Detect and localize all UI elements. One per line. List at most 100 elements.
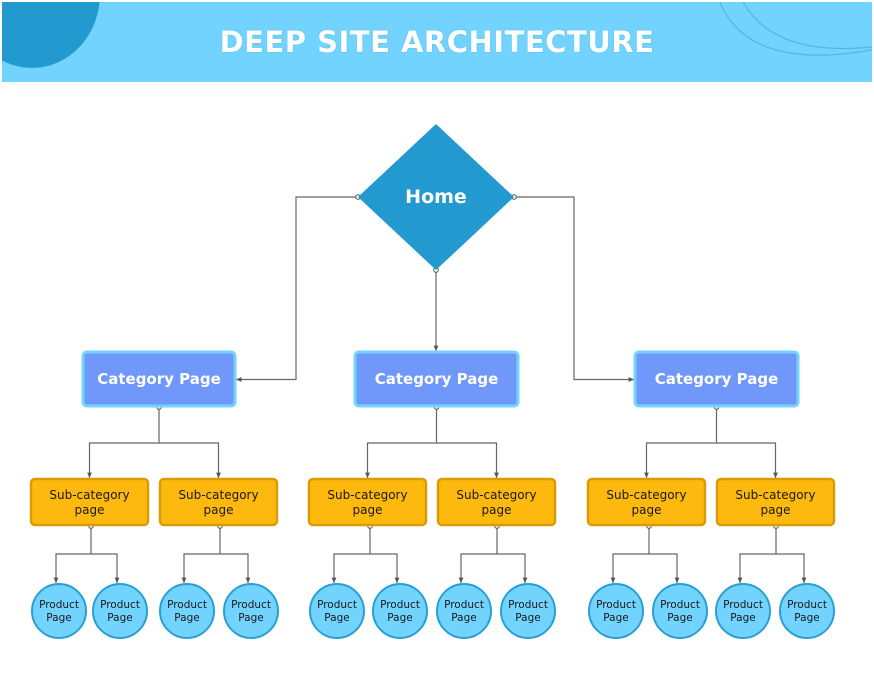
product-label-line1: Product — [660, 599, 700, 611]
product-label-line1: Product — [100, 599, 140, 611]
product-label-line1: Product — [596, 599, 636, 611]
product-node[interactable]: ProductPage — [372, 583, 428, 639]
connector-category-to-subcategory — [436, 442, 499, 478]
product-circle — [588, 583, 644, 639]
product-label-line1: Product — [167, 599, 207, 611]
subcategory-box — [29, 477, 150, 527]
product-circle — [223, 583, 279, 639]
category-label: Category Page — [375, 370, 499, 388]
subcategory-box — [307, 477, 428, 527]
subcategory-label-line1: Sub-category — [606, 488, 686, 502]
subcategory-label-line2: page — [482, 503, 512, 517]
product-label-line1: Product — [380, 599, 420, 611]
subcategory-node[interactable]: Sub-categorypage — [586, 477, 707, 527]
subcategory-label-line1: Sub-category — [327, 488, 407, 502]
product-node[interactable]: ProductPage — [31, 583, 87, 639]
subcategory-node[interactable]: Sub-categorypage — [29, 477, 150, 527]
product-circle — [31, 583, 87, 639]
category-label: Category Page — [655, 370, 779, 388]
product-label-line1: Product — [787, 599, 827, 611]
product-label-line2: Page — [46, 612, 71, 624]
subcategory-label-line2: page — [353, 503, 383, 517]
product-label-line1: Product — [444, 599, 484, 611]
subcategory-label-line2: page — [761, 503, 791, 517]
product-node[interactable]: ProductPage — [500, 583, 556, 639]
connector-home-to-category-1 — [236, 196, 358, 382]
subcategory-node[interactable]: Sub-categorypage — [436, 477, 557, 527]
connector-category-to-subcategory — [365, 442, 437, 478]
subcategory-label-line1: Sub-category — [735, 488, 815, 502]
product-label-line2: Page — [730, 612, 755, 624]
site-architecture-diagram: HomeCategory PageSub-categorypageProduct… — [29, 124, 836, 639]
subcategory-box — [715, 477, 836, 527]
connector-subcategory-to-product — [737, 553, 776, 583]
subcategory-box — [586, 477, 707, 527]
connector-category-to-subcategory — [87, 442, 159, 478]
connector-subcategory-to-product — [776, 553, 807, 583]
connector-subcategory-to-product — [649, 553, 680, 583]
connector-subcategory-to-product — [458, 553, 497, 583]
home-node[interactable]: Home — [358, 124, 514, 270]
product-circle — [309, 583, 365, 639]
product-node[interactable]: ProductPage — [159, 583, 215, 639]
product-label-line2: Page — [451, 612, 476, 624]
product-label-line1: Product — [317, 599, 357, 611]
product-node[interactable]: ProductPage — [223, 583, 279, 639]
product-node[interactable]: ProductPage — [779, 583, 835, 639]
product-label-line1: Product — [39, 599, 79, 611]
product-circle — [500, 583, 556, 639]
connector-subcategory-to-product — [331, 553, 370, 583]
product-label-line2: Page — [603, 612, 628, 624]
connector-subcategory-to-product — [370, 553, 400, 583]
subcategory-box — [158, 477, 279, 527]
product-circle — [372, 583, 428, 639]
connector-subcategory-to-product — [181, 553, 220, 583]
category-label: Category Page — [97, 370, 221, 388]
product-circle — [159, 583, 215, 639]
subcategory-label-line1: Sub-category — [456, 488, 536, 502]
product-label-line2: Page — [387, 612, 412, 624]
product-label-line1: Product — [723, 599, 763, 611]
product-label-line2: Page — [238, 612, 263, 624]
connector-subcategory-to-product — [497, 553, 528, 583]
product-circle — [652, 583, 708, 639]
connector-home-to-category-3 — [514, 196, 634, 382]
subcategory-node[interactable]: Sub-categorypage — [158, 477, 279, 527]
connector-category-to-subcategory — [159, 442, 221, 478]
connector-category-to-subcategory — [644, 442, 717, 478]
subcategory-label-line1: Sub-category — [178, 488, 258, 502]
subcategory-label-line1: Sub-category — [49, 488, 129, 502]
subcategory-label-line2: page — [204, 503, 234, 517]
product-label-line2: Page — [794, 612, 819, 624]
product-circle — [92, 583, 148, 639]
connector-category-to-subcategory — [716, 442, 778, 478]
product-circle — [436, 583, 492, 639]
subcategory-node[interactable]: Sub-categorypage — [715, 477, 836, 527]
product-node[interactable]: ProductPage — [588, 583, 644, 639]
product-label-line2: Page — [107, 612, 132, 624]
category-node[interactable]: Category Page — [633, 350, 800, 408]
product-node[interactable]: ProductPage — [715, 583, 771, 639]
connector-subcategory-to-product — [53, 553, 91, 583]
category-node[interactable]: Category Page — [81, 350, 237, 408]
product-label-line2: Page — [667, 612, 692, 624]
product-label-line2: Page — [515, 612, 540, 624]
product-circle — [715, 583, 771, 639]
product-label-line2: Page — [174, 612, 199, 624]
subcategory-label-line2: page — [75, 503, 105, 517]
connector-subcategory-to-product — [91, 553, 120, 583]
product-node[interactable]: ProductPage — [436, 583, 492, 639]
home-label: Home — [405, 186, 467, 208]
category-node[interactable]: Category Page — [353, 350, 520, 408]
nodes-layer: HomeCategory PageSub-categorypageProduct… — [29, 124, 836, 639]
connector-subcategory-to-product — [610, 553, 649, 583]
product-node[interactable]: ProductPage — [652, 583, 708, 639]
product-node[interactable]: ProductPage — [309, 583, 365, 639]
subcategory-node[interactable]: Sub-categorypage — [307, 477, 428, 527]
subcategory-box — [436, 477, 557, 527]
subcategory-label-line2: page — [632, 503, 662, 517]
connector-subcategory-to-product — [220, 553, 251, 583]
product-node[interactable]: ProductPage — [92, 583, 148, 639]
product-circle — [779, 583, 835, 639]
product-label-line1: Product — [231, 599, 271, 611]
